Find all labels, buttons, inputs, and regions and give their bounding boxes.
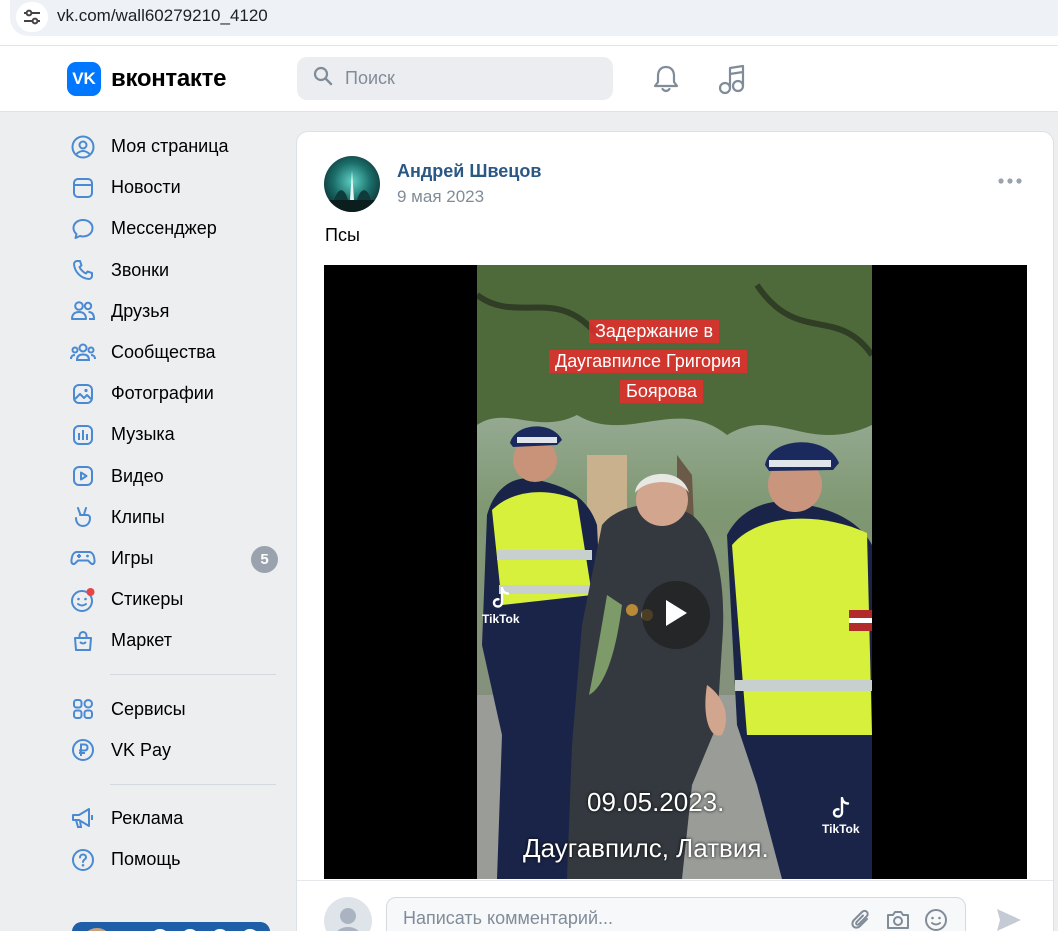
- sidebar-item-label: Клипы: [111, 506, 165, 527]
- sidebar-item-messenger[interactable]: Мессенджер: [66, 208, 282, 249]
- vk-logo-mark: VK: [67, 62, 101, 96]
- post-date[interactable]: 9 мая 2023: [397, 187, 484, 207]
- comment-input[interactable]: [403, 908, 823, 929]
- sidebar-item-stickers[interactable]: Стикеры: [66, 579, 282, 620]
- overlay-title-line: Даугавпилсе Григория: [549, 350, 747, 373]
- tiktok-label: TikTok: [822, 822, 860, 836]
- video-player[interactable]: Задержание в Даугавпилсе Григория Бояров…: [324, 265, 1027, 879]
- post-text: Псы: [325, 225, 360, 245]
- camera-icon[interactable]: [885, 908, 911, 931]
- megaphone-icon: [69, 804, 97, 832]
- sidebar-item-label: Сервисы: [111, 698, 186, 719]
- play-icon: [663, 598, 689, 633]
- emoji-icon[interactable]: [924, 908, 948, 931]
- sidebar-item-my-page[interactable]: Моя страница: [66, 126, 282, 167]
- post-author[interactable]: Андрей Швецов: [397, 161, 541, 182]
- overlay-title-line: Задержание в: [589, 320, 720, 343]
- url-text[interactable]: vk.com/wall60279210_4120: [57, 6, 268, 26]
- sidebar-item-video[interactable]: Видео: [66, 456, 282, 497]
- browser-address-bar: vk.com/wall60279210_4120: [0, 0, 1058, 46]
- sidebar-item-label: Помощь: [111, 849, 181, 870]
- sidebar-item-friends[interactable]: Друзья: [66, 291, 282, 332]
- games-count-badge: 5: [251, 545, 278, 573]
- sidebar-item-games[interactable]: Игры 5: [66, 538, 282, 579]
- author-avatar[interactable]: [324, 156, 380, 212]
- sidebar-item-label: VK Pay: [111, 739, 172, 760]
- sidebar-item-photos[interactable]: Фотографии: [66, 373, 282, 414]
- clips-icon: [69, 503, 97, 531]
- sidebar-item-label: Новости: [111, 177, 181, 198]
- overlay-title-line: Боярова: [620, 380, 703, 403]
- tiktok-label: TikTok: [482, 612, 520, 626]
- sidebar-item-communities[interactable]: Сообщества: [66, 332, 282, 373]
- services-icon: [69, 695, 97, 723]
- site-settings-icon[interactable]: [16, 2, 48, 32]
- vk-logo[interactable]: VK вконтакте: [67, 62, 226, 96]
- send-icon[interactable]: [995, 907, 1023, 931]
- comment-field[interactable]: [386, 897, 966, 931]
- tiktok-watermark: TikTok: [482, 586, 520, 626]
- video-frame: Задержание в Даугавпилсе Григория Бояров…: [475, 265, 875, 879]
- search-input[interactable]: [345, 68, 585, 89]
- sticker-icon: [69, 586, 97, 614]
- market-icon: [69, 627, 97, 655]
- photo-icon: [69, 380, 97, 408]
- sidebar-item-label: Маркет: [111, 630, 172, 651]
- overlay-date: 09.05.2023.: [587, 787, 725, 817]
- sidebar-divider: [110, 783, 276, 785]
- more-options-icon[interactable]: [997, 173, 1023, 189]
- user-circle-icon: [69, 133, 97, 161]
- sidebar-item-calls[interactable]: Звонки: [66, 250, 282, 291]
- post-card: Андрей Швецов 9 мая 2023 Псы Задержание …: [296, 131, 1054, 931]
- bell-icon[interactable]: [652, 64, 680, 99]
- promo-banner[interactable]: [72, 922, 270, 931]
- sidebar-divider: [110, 674, 276, 676]
- sidebar-item-label: Моя страница: [111, 136, 229, 157]
- music-icon: [69, 421, 97, 449]
- comment-bar: [297, 880, 1053, 931]
- sidebar-item-help[interactable]: Помощь: [66, 839, 282, 880]
- music-player-icon[interactable]: [717, 64, 747, 101]
- search-icon: [313, 66, 333, 91]
- sidebar-item-vkpay[interactable]: VK Pay: [66, 730, 282, 771]
- search-box[interactable]: [297, 57, 613, 100]
- sidebar-item-label: Музыка: [111, 424, 175, 445]
- message-icon: [69, 215, 97, 243]
- sidebar-item-label: Звонки: [111, 259, 170, 280]
- tiktok-watermark: TikTok: [822, 796, 860, 836]
- news-icon: [69, 174, 97, 202]
- vk-logo-text: вконтакте: [111, 65, 227, 92]
- sidebar-item-label: Фотографии: [111, 383, 214, 404]
- play-button[interactable]: [642, 581, 710, 649]
- vkpay-icon: [69, 736, 97, 764]
- left-sidebar: Моя страница Новости Мессенджер Звонки Д…: [66, 126, 282, 880]
- sidebar-item-label: Видео: [111, 465, 164, 486]
- sidebar-item-news[interactable]: Новости: [66, 167, 282, 208]
- sidebar-item-label: Реклама: [111, 807, 184, 828]
- phone-icon: [69, 256, 97, 284]
- sidebar-item-label: Игры: [111, 547, 154, 568]
- sidebar-item-services[interactable]: Сервисы: [66, 688, 282, 729]
- sidebar-item-music[interactable]: Музыка: [66, 414, 282, 455]
- sidebar-item-label: Друзья: [111, 300, 170, 321]
- tiktok-icon: [831, 796, 851, 822]
- video-icon: [69, 462, 97, 490]
- communities-icon: [69, 339, 97, 367]
- sidebar-item-label: Стикеры: [111, 589, 184, 610]
- attach-icon[interactable]: [849, 908, 873, 931]
- sidebar-item-label: Мессенджер: [111, 218, 217, 239]
- sidebar-item-clips[interactable]: Клипы: [66, 497, 282, 538]
- help-icon: [69, 846, 97, 874]
- sidebar-item-market[interactable]: Маркет: [66, 620, 282, 661]
- site-header: VK вконтакте: [0, 46, 1058, 112]
- friends-icon: [69, 297, 97, 325]
- sidebar-item-label: Сообщества: [111, 342, 216, 363]
- overlay-place: Даугавпилс, Латвия.: [523, 833, 769, 863]
- sidebar-item-ads[interactable]: Реклама: [66, 798, 282, 839]
- my-avatar[interactable]: [324, 897, 372, 931]
- games-icon: [69, 544, 97, 572]
- tiktok-icon: [491, 586, 511, 612]
